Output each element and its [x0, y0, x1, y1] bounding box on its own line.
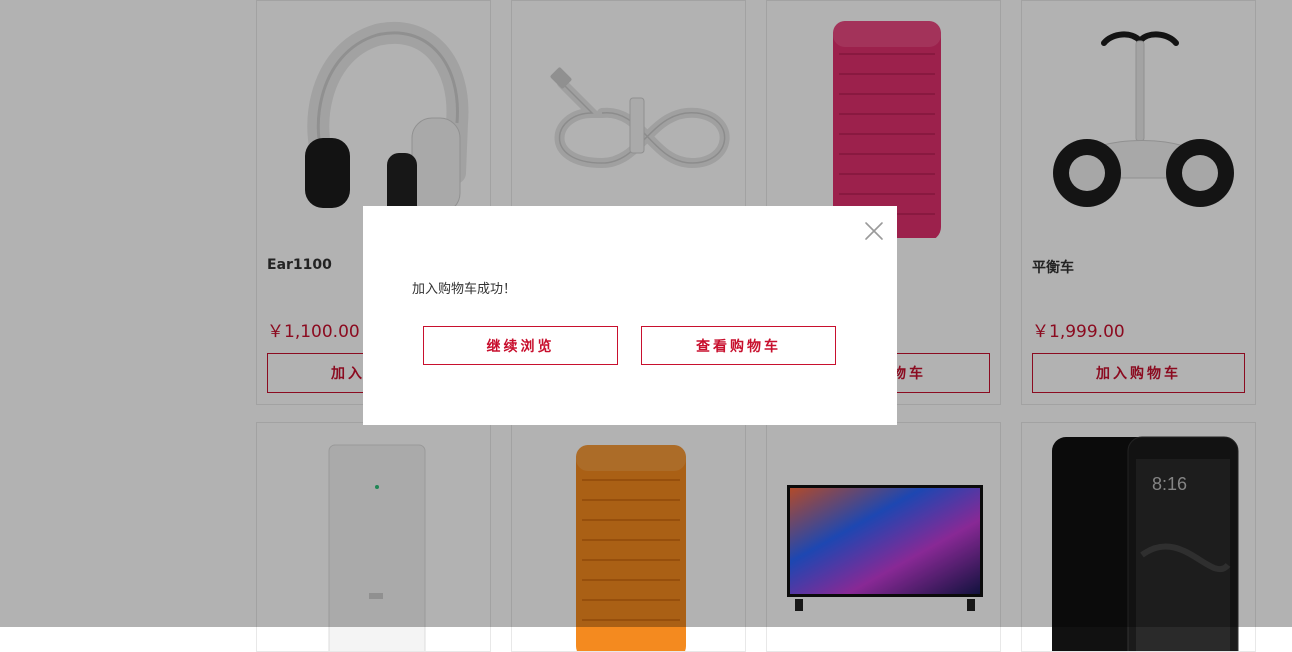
- dialog-message: 加入购物车成功！: [412, 282, 517, 297]
- continue-browsing-button[interactable]: 继续浏览: [423, 326, 618, 365]
- close-icon[interactable]: [863, 220, 885, 242]
- add-to-cart-success-dialog: 加入购物车成功！ 继续浏览 查看购物车: [363, 206, 897, 425]
- view-cart-button[interactable]: 查看购物车: [641, 326, 836, 365]
